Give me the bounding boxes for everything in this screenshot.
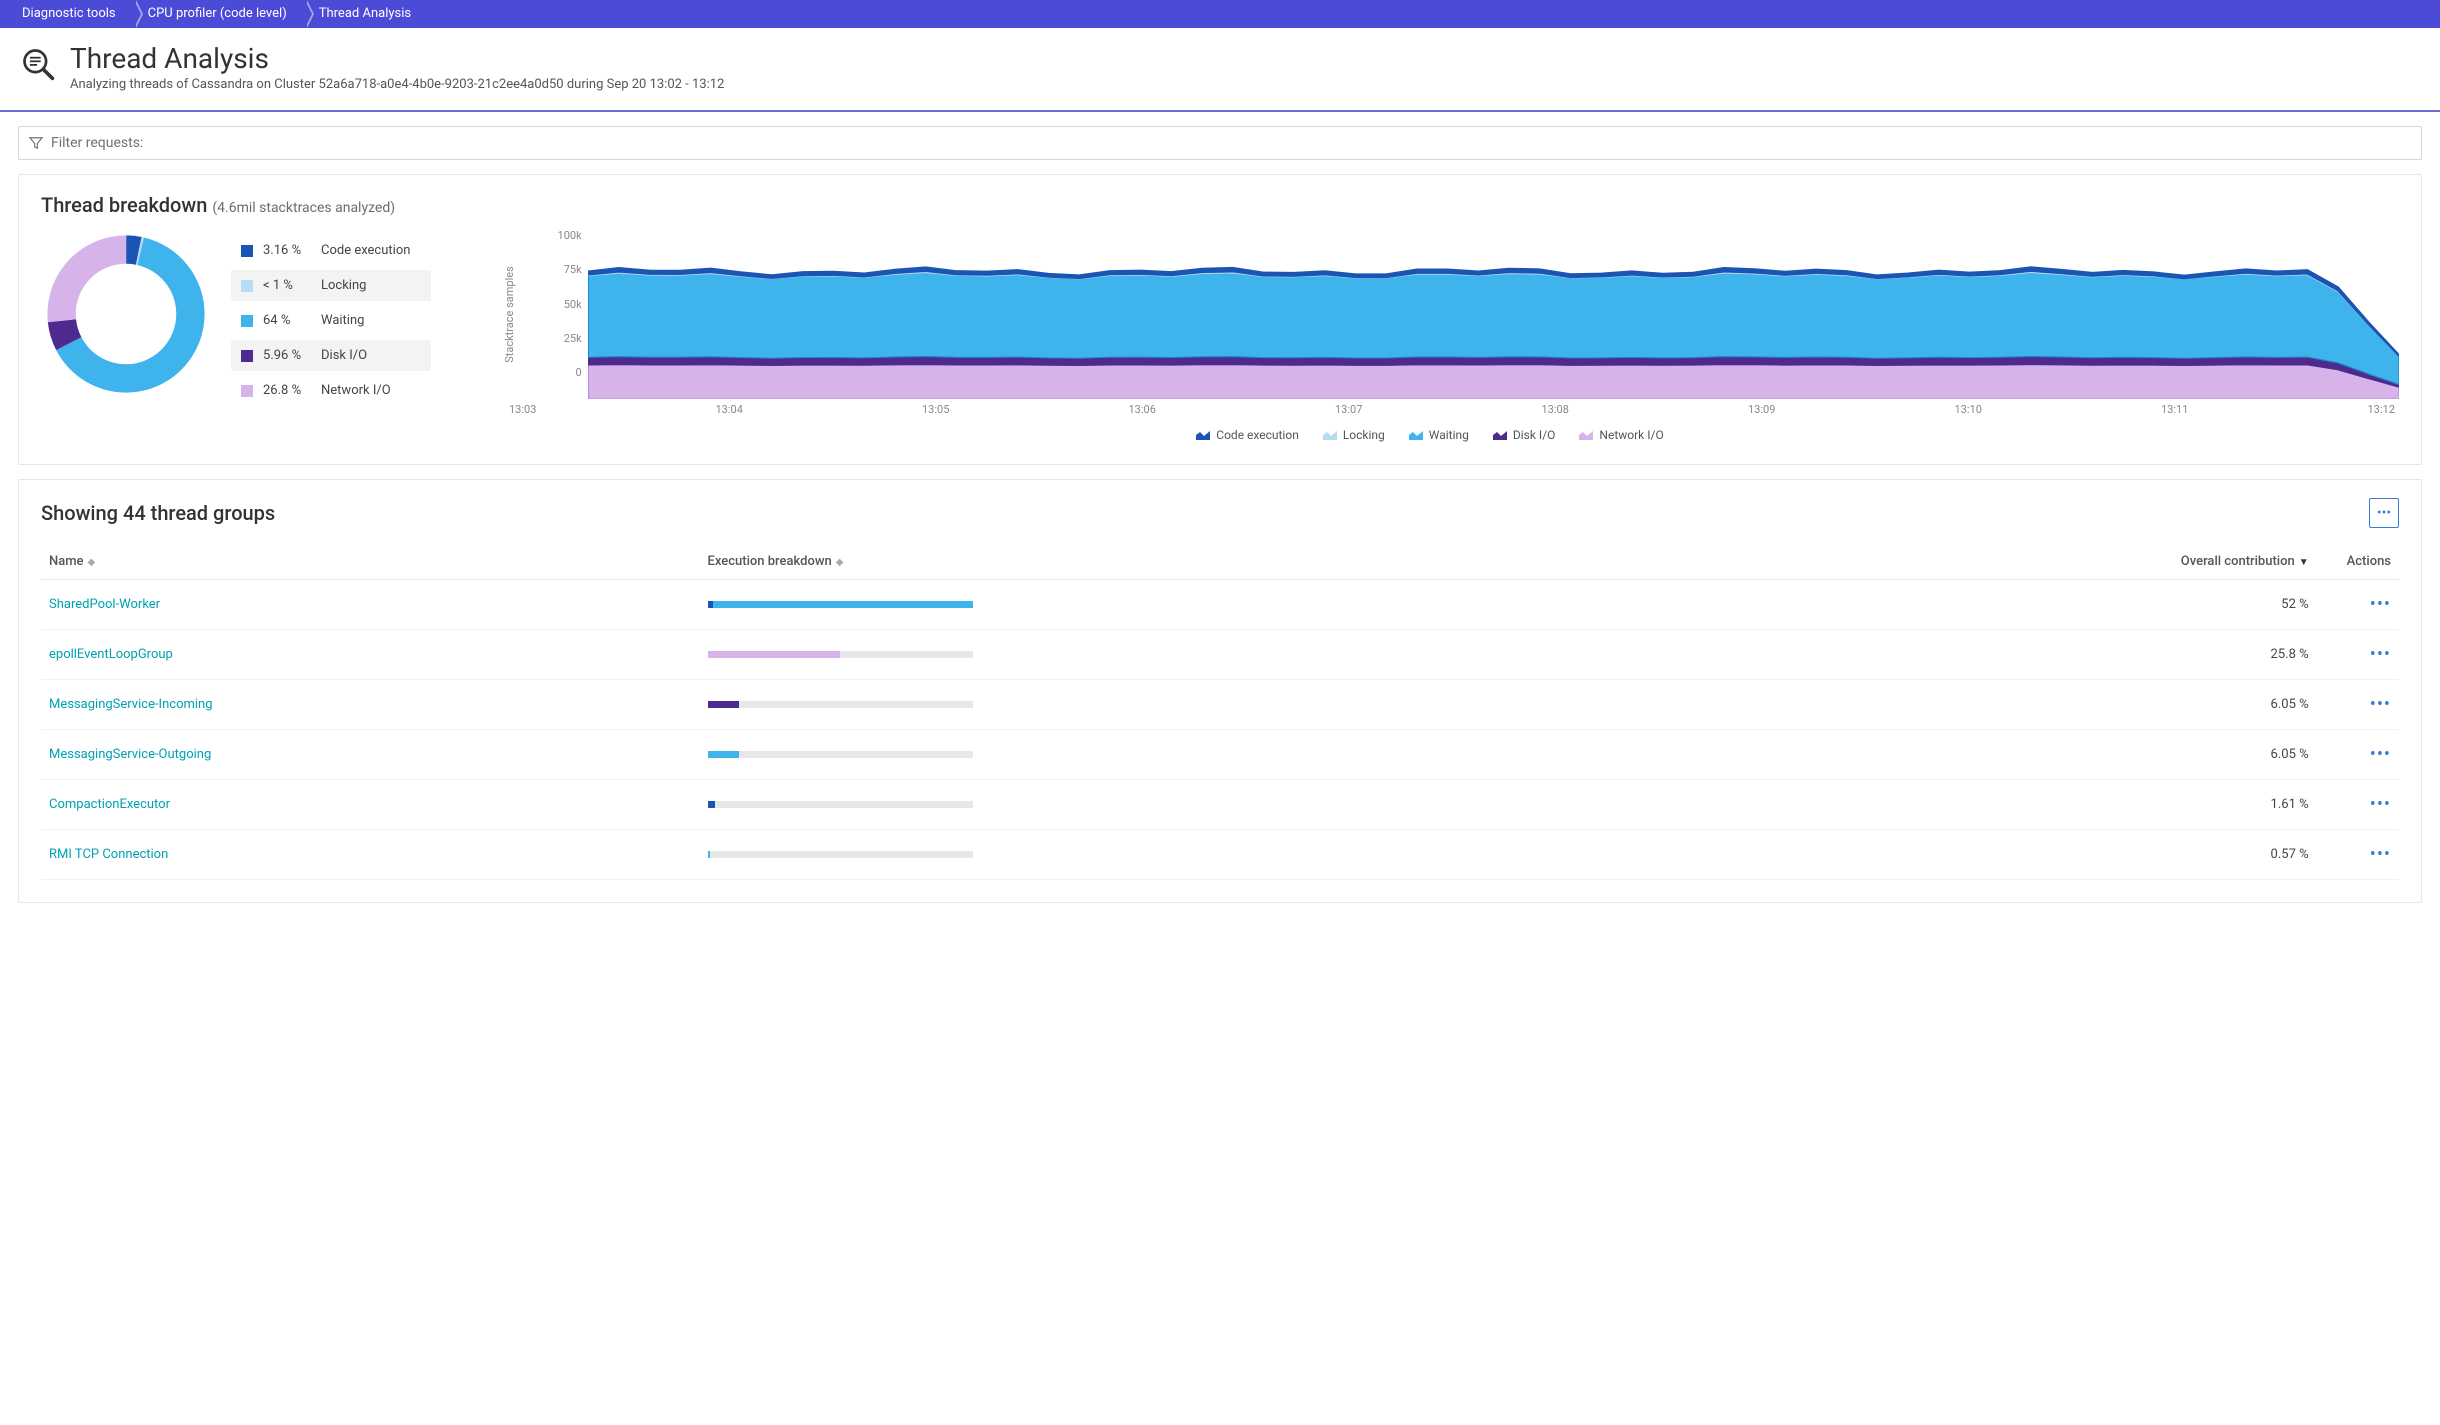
chart-x-ticks: 13:0313:0413:0513:0613:0713:0813:0913:10… bbox=[461, 403, 2399, 416]
legend-pct: 26.8 % bbox=[263, 383, 311, 398]
table-row: epollEventLoopGroup 25.8 % ••• bbox=[41, 630, 2399, 680]
table-row: CompactionExecutor 1.61 % ••• bbox=[41, 780, 2399, 830]
execution-breakdown-bar[interactable] bbox=[708, 801, 973, 808]
swatch-icon bbox=[241, 385, 253, 397]
legend-pct: < 1 % bbox=[263, 278, 311, 293]
area-icon bbox=[1323, 430, 1337, 440]
row-actions-button[interactable]: ••• bbox=[2370, 594, 2391, 615]
breakdown-title: Thread breakdown (4.6mil stacktraces ana… bbox=[41, 193, 2399, 217]
swatch-icon bbox=[241, 245, 253, 257]
groups-more-button[interactable]: ••• bbox=[2369, 498, 2399, 528]
chart-legend: Code execution Locking Waiting Disk I/O Netw… bbox=[461, 428, 2399, 442]
chart-y-ticks: 100k75k50k25k0 bbox=[558, 229, 588, 379]
breakdown-legend: 3.16 % Code execution < 1 % Locking 64 %… bbox=[231, 235, 431, 406]
col-header-name[interactable]: Name◆ bbox=[41, 544, 700, 580]
area-icon bbox=[1493, 430, 1507, 440]
chart-legend-item[interactable]: Locking bbox=[1323, 428, 1385, 442]
page-subtitle: Analyzing threads of Cassandra on Cluste… bbox=[70, 77, 724, 92]
filter-input[interactable]: Filter requests: bbox=[18, 126, 2422, 160]
col-header-actions: Actions bbox=[2339, 544, 2399, 580]
filter-placeholder: Filter requests: bbox=[51, 135, 143, 151]
breadcrumb-cpu-profiler[interactable]: CPU profiler (code level) bbox=[134, 0, 305, 28]
execution-breakdown-bar[interactable] bbox=[708, 701, 973, 708]
overall-contribution: 52 % bbox=[1730, 580, 2338, 630]
row-actions-button[interactable]: ••• bbox=[2370, 644, 2391, 665]
overall-contribution: 6.05 % bbox=[1730, 680, 2338, 730]
breadcrumb: Diagnostic tools CPU profiler (code leve… bbox=[0, 0, 2440, 28]
thread-group-link[interactable]: SharedPool-Worker bbox=[49, 597, 160, 612]
chart-legend-item[interactable]: Disk I/O bbox=[1493, 428, 1556, 442]
execution-breakdown-bar[interactable] bbox=[708, 651, 973, 658]
chart-legend-item[interactable]: Code execution bbox=[1196, 428, 1299, 442]
area-icon bbox=[1196, 430, 1210, 440]
thread-group-link[interactable]: CompactionExecutor bbox=[49, 797, 170, 812]
legend-label: Locking bbox=[321, 278, 366, 293]
legend-pct: 64 % bbox=[263, 313, 311, 328]
overall-contribution: 25.8 % bbox=[1730, 630, 2338, 680]
table-row: MessagingService-Incoming 6.05 % ••• bbox=[41, 680, 2399, 730]
swatch-icon bbox=[241, 315, 253, 327]
legend-row-code[interactable]: 3.16 % Code execution bbox=[231, 235, 431, 266]
swatch-icon bbox=[241, 280, 253, 292]
table-row: MessagingService-Outgoing 6.05 % ••• bbox=[41, 730, 2399, 780]
page-title: Thread Analysis bbox=[70, 42, 724, 75]
thread-group-link[interactable]: RMI TCP Connection bbox=[49, 847, 168, 862]
swatch-icon bbox=[241, 350, 253, 362]
legend-label: Disk I/O bbox=[321, 348, 367, 363]
chart-y-axis-label: Stacktrace samples bbox=[503, 266, 516, 363]
breakdown-title-text: Thread breakdown bbox=[41, 193, 207, 217]
row-actions-button[interactable]: ••• bbox=[2370, 744, 2391, 765]
legend-row-network[interactable]: 26.8 % Network I/O bbox=[231, 375, 431, 406]
row-actions-button[interactable]: ••• bbox=[2370, 694, 2391, 715]
stacktrace-area-chart[interactable] bbox=[588, 229, 2399, 399]
chart-legend-item[interactable]: Network I/O bbox=[1579, 428, 1663, 442]
overall-contribution: 6.05 % bbox=[1730, 730, 2338, 780]
col-header-exec[interactable]: Execution breakdown◆ bbox=[700, 544, 1731, 580]
more-icon: ••• bbox=[2377, 505, 2391, 521]
thread-breakdown-panel: Thread breakdown (4.6mil stacktraces ana… bbox=[18, 174, 2422, 465]
legend-row-diskio[interactable]: 5.96 % Disk I/O bbox=[231, 340, 431, 371]
analysis-icon bbox=[20, 46, 56, 82]
overall-contribution: 1.61 % bbox=[1730, 780, 2338, 830]
thread-groups-panel: Showing 44 thread groups ••• Name◆ Execu… bbox=[18, 479, 2422, 903]
breakdown-donut-chart[interactable] bbox=[41, 229, 211, 399]
legend-label: Code execution bbox=[321, 243, 410, 258]
legend-pct: 3.16 % bbox=[263, 243, 311, 258]
legend-pct: 5.96 % bbox=[263, 348, 311, 363]
breakdown-subtitle: (4.6mil stacktraces analyzed) bbox=[212, 200, 395, 216]
thread-group-link[interactable]: epollEventLoopGroup bbox=[49, 647, 173, 662]
overall-contribution: 0.57 % bbox=[1730, 830, 2338, 880]
area-icon bbox=[1579, 430, 1593, 440]
chart-legend-item[interactable]: Waiting bbox=[1409, 428, 1469, 442]
groups-title: Showing 44 thread groups bbox=[41, 501, 275, 525]
execution-breakdown-bar[interactable] bbox=[708, 601, 973, 608]
legend-label: Network I/O bbox=[321, 383, 391, 398]
col-header-contribution[interactable]: Overall contribution▼ bbox=[1730, 544, 2338, 580]
thread-group-link[interactable]: MessagingService-Outgoing bbox=[49, 747, 211, 762]
row-actions-button[interactable]: ••• bbox=[2370, 844, 2391, 865]
execution-breakdown-bar[interactable] bbox=[708, 751, 973, 758]
execution-breakdown-bar[interactable] bbox=[708, 851, 973, 858]
filter-icon bbox=[29, 136, 43, 150]
area-icon bbox=[1409, 430, 1423, 440]
thread-groups-table: Name◆ Execution breakdown◆ Overall contr… bbox=[41, 544, 2399, 880]
page-header: Thread Analysis Analyzing threads of Cas… bbox=[0, 28, 2440, 112]
table-row: RMI TCP Connection 0.57 % ••• bbox=[41, 830, 2399, 880]
row-actions-button[interactable]: ••• bbox=[2370, 794, 2391, 815]
table-row: SharedPool-Worker 52 % ••• bbox=[41, 580, 2399, 630]
legend-row-waiting[interactable]: 64 % Waiting bbox=[231, 305, 431, 336]
thread-group-link[interactable]: MessagingService-Incoming bbox=[49, 697, 213, 712]
legend-row-locking[interactable]: < 1 % Locking bbox=[231, 270, 431, 301]
legend-label: Waiting bbox=[321, 313, 364, 328]
breadcrumb-diagnostic-tools[interactable]: Diagnostic tools bbox=[8, 0, 134, 28]
breadcrumb-thread-analysis[interactable]: Thread Analysis bbox=[305, 0, 429, 28]
